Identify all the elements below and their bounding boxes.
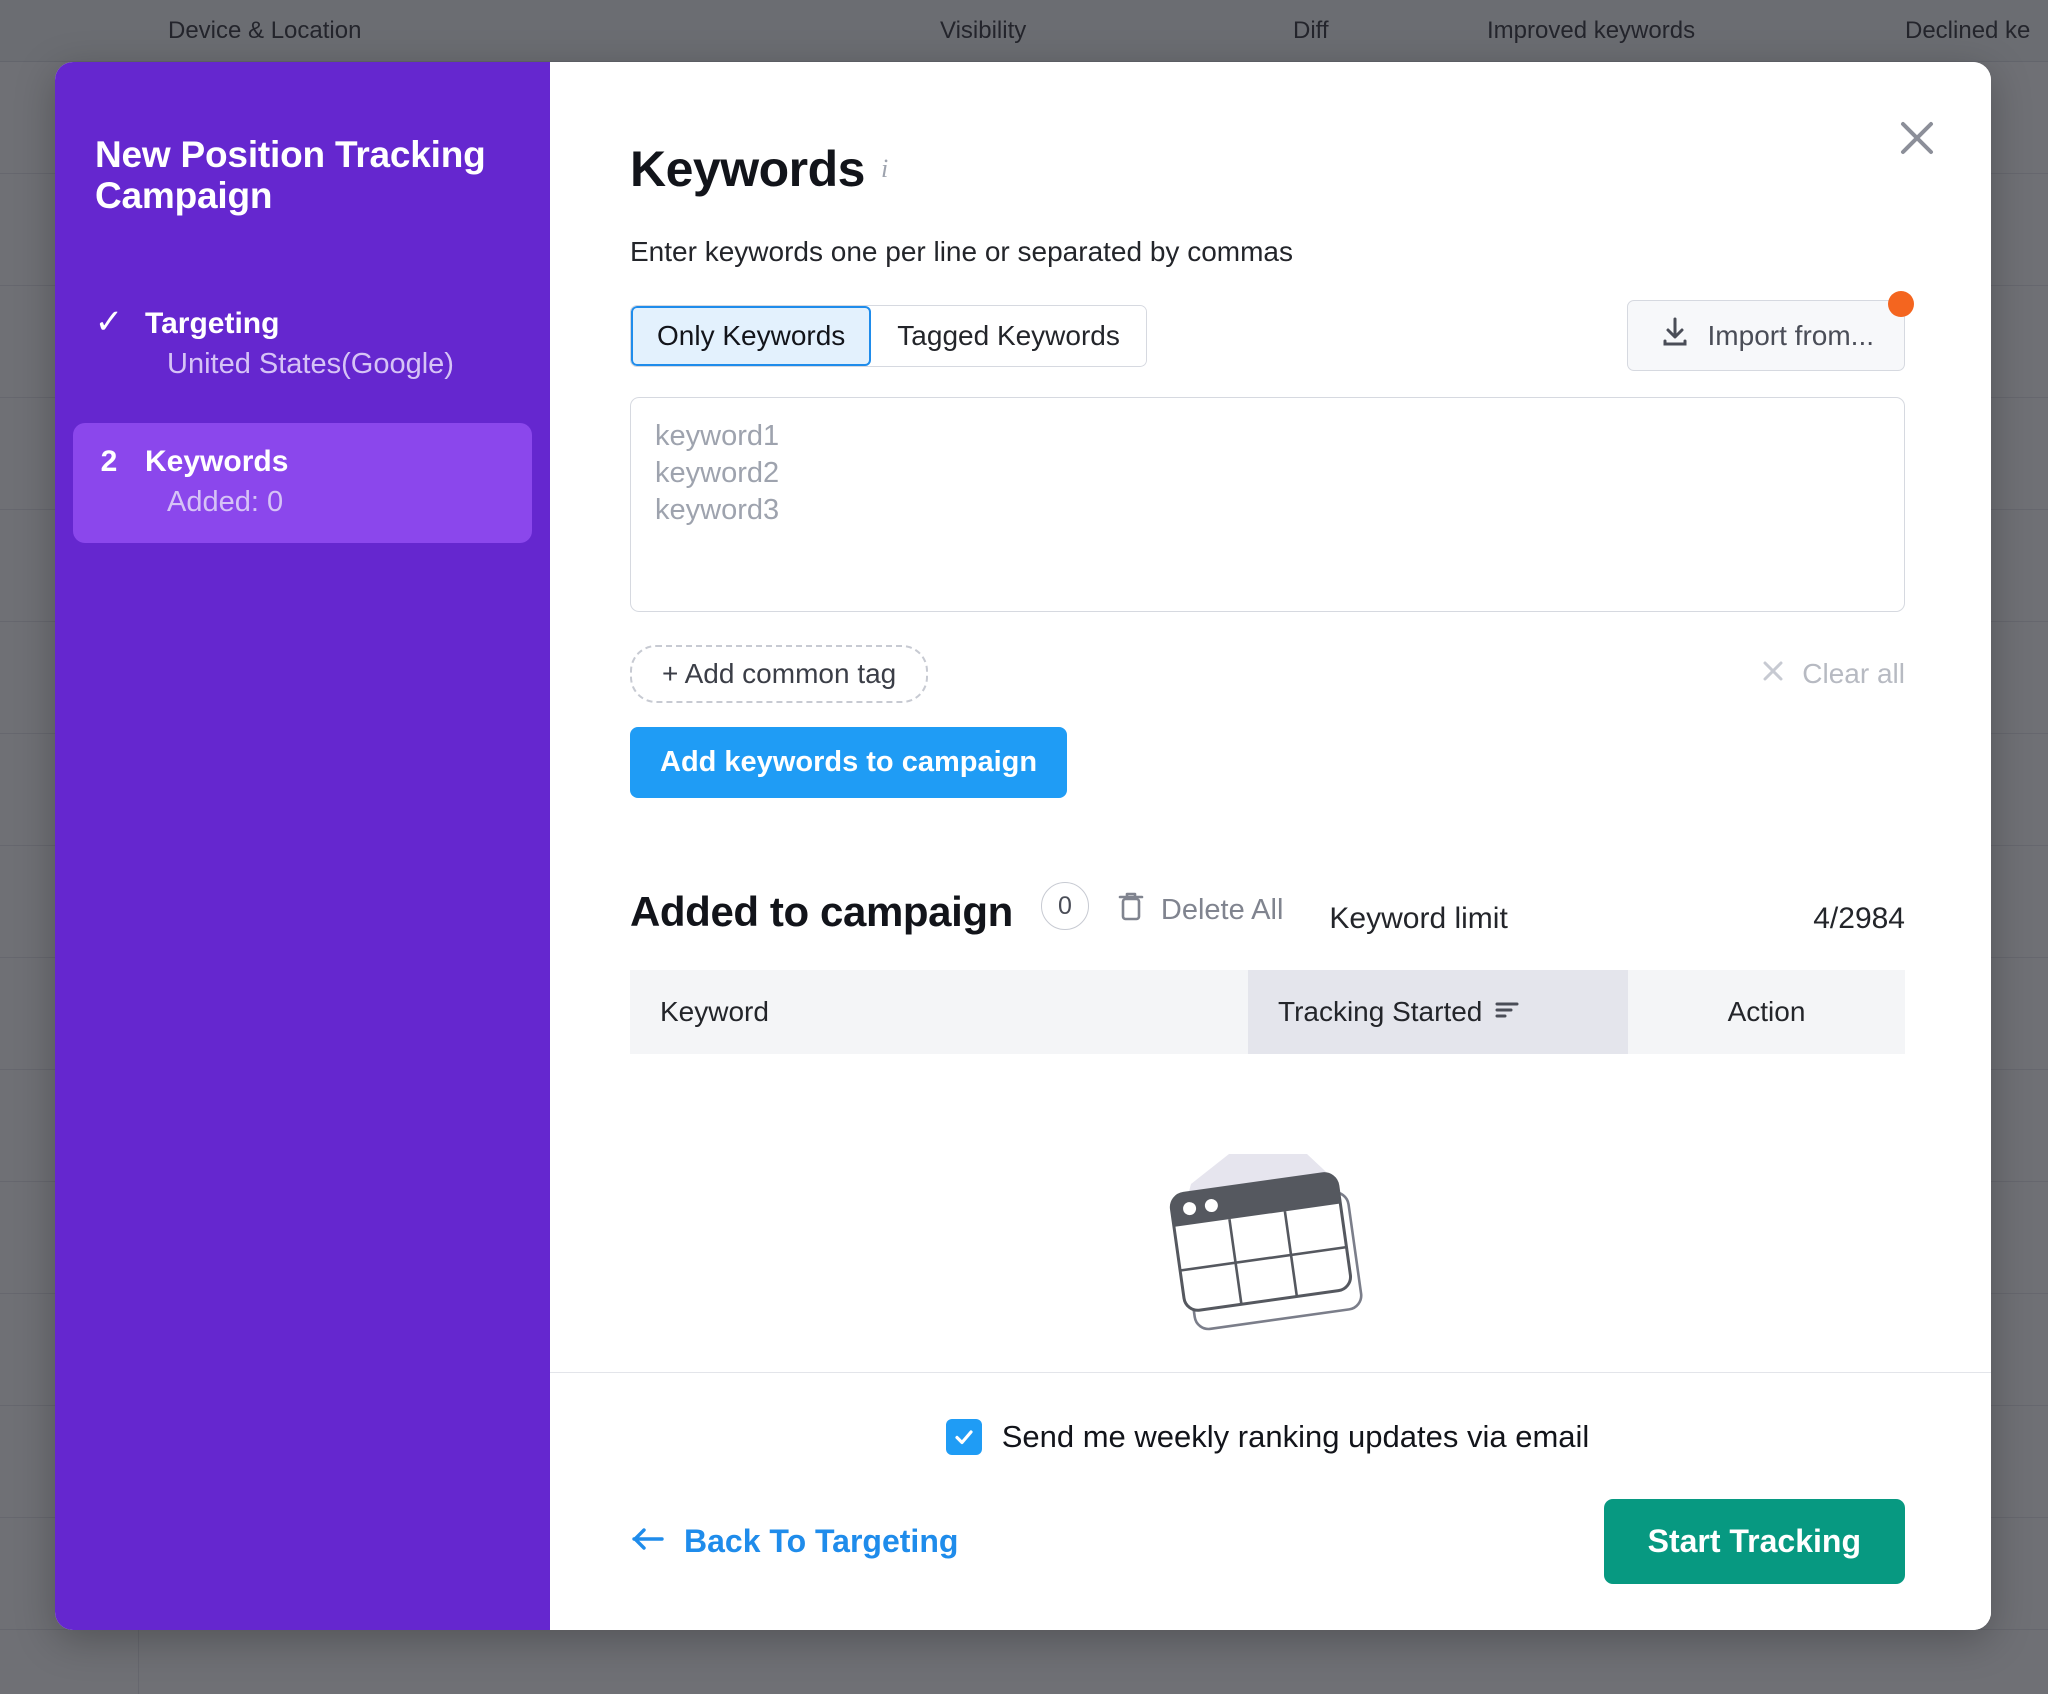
add-common-tag-button[interactable]: + Add common tag	[630, 645, 929, 703]
modal-footer: Send me weekly ranking updates via email…	[550, 1372, 1991, 1630]
modal-content: Keywords i Enter keywords one per line o…	[550, 62, 1991, 1362]
delete-all-button[interactable]: Delete All	[1117, 890, 1284, 930]
sidebar-title: New Position Tracking Campaign	[95, 134, 486, 217]
column-header-action: Action	[1628, 970, 1905, 1054]
sidebar-step-targeting-label: Targeting	[145, 306, 280, 340]
empty-state-illustration	[630, 1132, 1905, 1362]
add-keywords-to-campaign-button[interactable]: Add keywords to campaign	[630, 727, 1068, 798]
trash-icon	[1117, 890, 1145, 930]
added-count-badge: 0	[1040, 882, 1089, 930]
keyword-limit: Keyword limit 4/2984	[1329, 902, 1905, 936]
keyword-limit-label: Keyword limit	[1329, 902, 1508, 935]
column-header-tracking-started[interactable]: Tracking Started	[1248, 970, 1628, 1054]
column-header-tracking-started-label: Tracking Started	[1278, 996, 1483, 1027]
start-tracking-button[interactable]: Start Tracking	[1603, 1499, 1905, 1584]
tabs-and-import-row: Only Keywords Tagged Keywords Import fro…	[630, 291, 1914, 371]
modal-main-panel: Keywords i Enter keywords one per line o…	[550, 62, 1991, 1630]
close-icon[interactable]	[1889, 110, 1945, 166]
back-to-targeting-button[interactable]: Back To Targeting	[630, 1523, 958, 1560]
keyword-mode-segmented-control: Only Keywords Tagged Keywords	[630, 304, 1147, 367]
added-to-campaign-header: Added to campaign 0 Delete All Keyword l…	[630, 882, 1905, 936]
sidebar-step-keywords-sub: Added: 0	[167, 485, 284, 518]
weekly-updates-checkbox[interactable]	[945, 1419, 982, 1455]
sidebar-step-targeting[interactable]: ✓ Targeting United States(Google)	[73, 283, 532, 405]
sidebar-step-keywords-number: 2	[100, 444, 118, 478]
page-title: Keywords	[630, 141, 865, 197]
wizard-sidebar: New Position Tracking Campaign ✓ Targeti…	[55, 62, 550, 1630]
info-icon[interactable]: i	[881, 154, 888, 184]
table-header-row: Keyword Tracking Started Action	[630, 970, 1905, 1054]
keywords-input[interactable]	[630, 397, 1905, 612]
sidebar-step-targeting-sub: United States(Google)	[167, 347, 454, 380]
arrow-left-icon	[630, 1523, 666, 1560]
added-to-campaign-title: Added to campaign	[630, 888, 1013, 935]
close-x-icon	[1760, 658, 1786, 691]
clear-all-button[interactable]: Clear all	[1760, 658, 1905, 691]
sidebar-step-keywords[interactable]: 2 Keywords Added: 0	[73, 422, 532, 543]
notification-dot	[1888, 291, 1914, 317]
sidebar-step-keywords-label: Keywords	[145, 444, 289, 478]
weekly-updates-row: Send me weekly ranking updates via email	[630, 1419, 1905, 1455]
tab-tagged-keywords[interactable]: Tagged Keywords	[871, 305, 1146, 366]
import-from-button[interactable]: Import from...	[1626, 291, 1914, 371]
delete-all-label: Delete All	[1160, 893, 1284, 926]
clear-all-label: Clear all	[1802, 658, 1905, 689]
added-keywords-table: Keyword Tracking Started Action	[630, 970, 1905, 1054]
tag-and-clear-row: + Add common tag Clear all	[630, 645, 1905, 703]
download-icon	[1658, 315, 1692, 356]
import-from-label: Import from...	[1707, 319, 1874, 351]
tab-only-keywords[interactable]: Only Keywords	[631, 305, 872, 366]
page-title-row: Keywords i	[630, 140, 1905, 198]
keyword-limit-value: 4/2984	[1813, 902, 1905, 935]
new-position-tracking-campaign-modal: New Position Tracking Campaign ✓ Targeti…	[55, 62, 1991, 1630]
back-to-targeting-label: Back To Targeting	[684, 1523, 959, 1559]
footer-actions: Back To Targeting Start Tracking	[630, 1499, 1905, 1584]
column-header-keyword[interactable]: Keyword	[630, 970, 1248, 1054]
weekly-updates-label: Send me weekly ranking updates via email	[1001, 1419, 1590, 1454]
sort-icon	[1494, 996, 1520, 1028]
check-icon: ✓	[94, 302, 124, 341]
instructions-text: Enter keywords one per line or separated…	[630, 236, 1293, 267]
